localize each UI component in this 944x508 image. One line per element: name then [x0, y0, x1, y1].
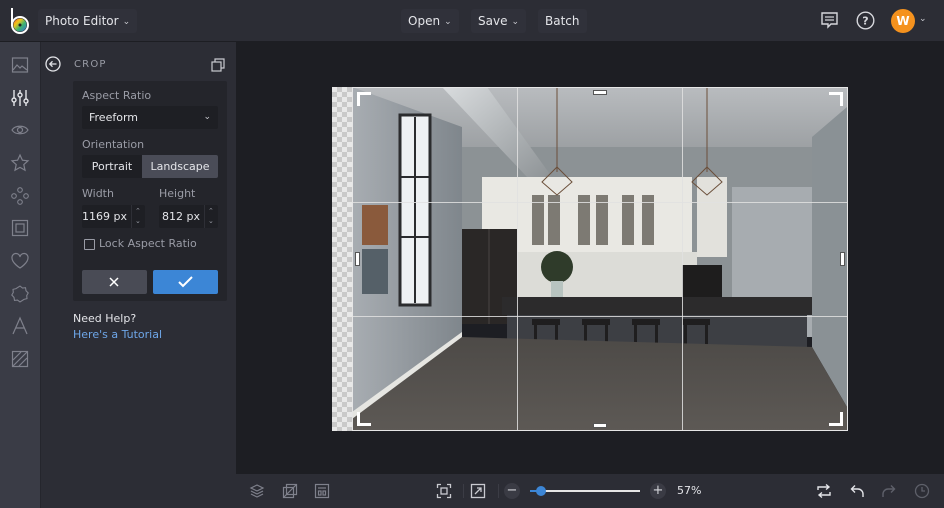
chevron-down-icon: ⌄ — [511, 17, 520, 27]
save-label: Save — [478, 14, 508, 28]
zoom-in-icon[interactable]: + — [650, 483, 666, 499]
width-label: Width — [82, 187, 114, 200]
chevron-down-icon: ⌄ — [122, 17, 131, 27]
crop-handle-top-left[interactable] — [357, 92, 371, 106]
photo-editor-label: Photo Editor — [45, 14, 119, 28]
width-value: 1169 px — [82, 210, 127, 223]
crop-handle-top-right[interactable] — [829, 92, 843, 106]
redo-icon[interactable] — [881, 483, 897, 499]
grid-line — [682, 88, 683, 430]
swap-icon[interactable] — [816, 483, 832, 499]
crop-handle-bottom[interactable] — [593, 423, 607, 428]
chevron-down-icon: ⌄ — [203, 112, 211, 122]
grid-line — [353, 316, 847, 317]
chevron-down-icon[interactable]: ⌄ — [919, 14, 927, 24]
crop-settings-card: Aspect Ratio Freeform ⌄ Orientation Port… — [73, 81, 227, 301]
height-input[interactable]: 812 px ⌃ ⌄ — [159, 205, 218, 228]
aspect-ratio-select[interactable]: Freeform ⌄ — [82, 106, 218, 129]
transparency-area — [332, 87, 352, 431]
copy-icon[interactable] — [211, 57, 225, 72]
divider — [463, 484, 464, 498]
editor-canvas — [236, 42, 944, 474]
stepper-down-icon[interactable]: ⌄ — [135, 217, 141, 225]
photo-container — [332, 87, 848, 431]
crop-handle-bottom-right[interactable] — [829, 412, 843, 426]
star-icon[interactable] — [10, 153, 30, 173]
top-bar: Photo Editor ⌄ Open ⌄ Save ⌄ Batch ? W ⌄ — [0, 0, 944, 42]
height-value: 812 px — [162, 210, 200, 223]
chevron-down-icon: ⌄ — [444, 17, 452, 27]
divider — [498, 484, 499, 498]
heart-icon[interactable] — [10, 251, 30, 271]
zoom-percent: 57% — [677, 484, 702, 497]
open-button[interactable]: Open ⌄ — [401, 9, 459, 33]
open-label: Open — [408, 14, 441, 28]
sliders-icon[interactable] — [10, 88, 30, 108]
batch-label: Batch — [545, 14, 580, 28]
grid-line — [353, 202, 847, 203]
undo-icon[interactable] — [849, 483, 865, 499]
feedback-icon[interactable] — [820, 11, 839, 34]
checkmark-icon — [178, 276, 193, 288]
image-icon[interactable] — [10, 55, 30, 75]
badge-icon[interactable] — [10, 284, 30, 304]
zoom-slider-handle[interactable] — [536, 486, 546, 496]
crop-handle-top[interactable] — [593, 90, 607, 95]
lock-aspect-ratio-checkbox[interactable] — [84, 239, 95, 250]
aspect-ratio-label: Aspect Ratio — [82, 89, 152, 102]
photo-editor-app: Photo Editor⌄ Open⌄ Save⌄ Batch ? W ⌄ — [0, 0, 944, 508]
cancel-crop-button[interactable] — [82, 270, 147, 294]
history-icon[interactable] — [914, 483, 930, 499]
help-icon[interactable]: ? — [856, 11, 875, 34]
actual-size-icon[interactable] — [470, 483, 486, 499]
crop-panel: CROP Aspect Ratio Freeform ⌄ Orientation… — [41, 42, 236, 508]
user-avatar[interactable]: W — [891, 9, 915, 33]
apply-crop-button[interactable] — [153, 270, 218, 294]
logo-icon[interactable] — [9, 8, 31, 34]
aspect-ratio-value: Freeform — [89, 111, 138, 124]
frame-icon[interactable] — [10, 218, 30, 238]
height-label: Height — [159, 187, 196, 200]
need-help-heading: Need Help? — [73, 312, 137, 325]
bottom-toolbar: − + 57% — [236, 474, 944, 508]
crop-frame[interactable] — [352, 87, 848, 431]
avatar-initial: W — [896, 14, 910, 28]
orientation-label: Orientation — [82, 138, 145, 151]
zoom-out-icon[interactable]: − — [504, 483, 520, 499]
zoom-slider[interactable] — [530, 486, 640, 496]
svg-text:?: ? — [862, 15, 868, 28]
layers-icon[interactable] — [249, 483, 265, 499]
fit-to-screen-icon[interactable] — [436, 483, 452, 499]
width-stepper[interactable]: ⌃ ⌄ — [131, 205, 145, 228]
compare-icon[interactable] — [282, 483, 298, 499]
stepper-up-icon[interactable]: ⌃ — [208, 207, 214, 215]
layout-icon[interactable] — [314, 483, 330, 499]
stepper-up-icon[interactable]: ⌃ — [135, 207, 141, 215]
close-icon — [109, 277, 119, 287]
orientation-landscape-button[interactable]: Landscape — [142, 155, 218, 178]
tutorial-link[interactable]: Here's a Tutorial — [73, 328, 162, 341]
crop-handle-left[interactable] — [355, 252, 360, 266]
save-button[interactable]: Save ⌄ — [471, 9, 527, 33]
crop-handle-right[interactable] — [840, 252, 845, 266]
width-input[interactable]: 1169 px ⌃ ⌄ — [82, 205, 145, 228]
orientation-portrait-button[interactable]: Portrait — [82, 155, 142, 178]
texture-icon[interactable] — [10, 349, 30, 369]
text-icon[interactable] — [10, 316, 30, 336]
grid-line — [517, 88, 518, 430]
photo-editor-menu[interactable]: Photo Editor ⌄ — [38, 9, 138, 33]
height-stepper[interactable]: ⌃ ⌄ — [204, 205, 218, 228]
batch-button[interactable]: Batch — [538, 9, 587, 33]
tool-rail — [0, 42, 40, 508]
shapes-icon[interactable] — [10, 186, 30, 206]
stepper-down-icon[interactable]: ⌄ — [208, 217, 214, 225]
crop-handle-bottom-left[interactable] — [357, 412, 371, 426]
back-arrow-icon[interactable] — [45, 56, 61, 72]
panel-title: CROP — [74, 59, 107, 70]
eye-icon[interactable] — [10, 120, 30, 140]
lock-aspect-ratio-label[interactable]: Lock Aspect Ratio — [99, 237, 197, 250]
